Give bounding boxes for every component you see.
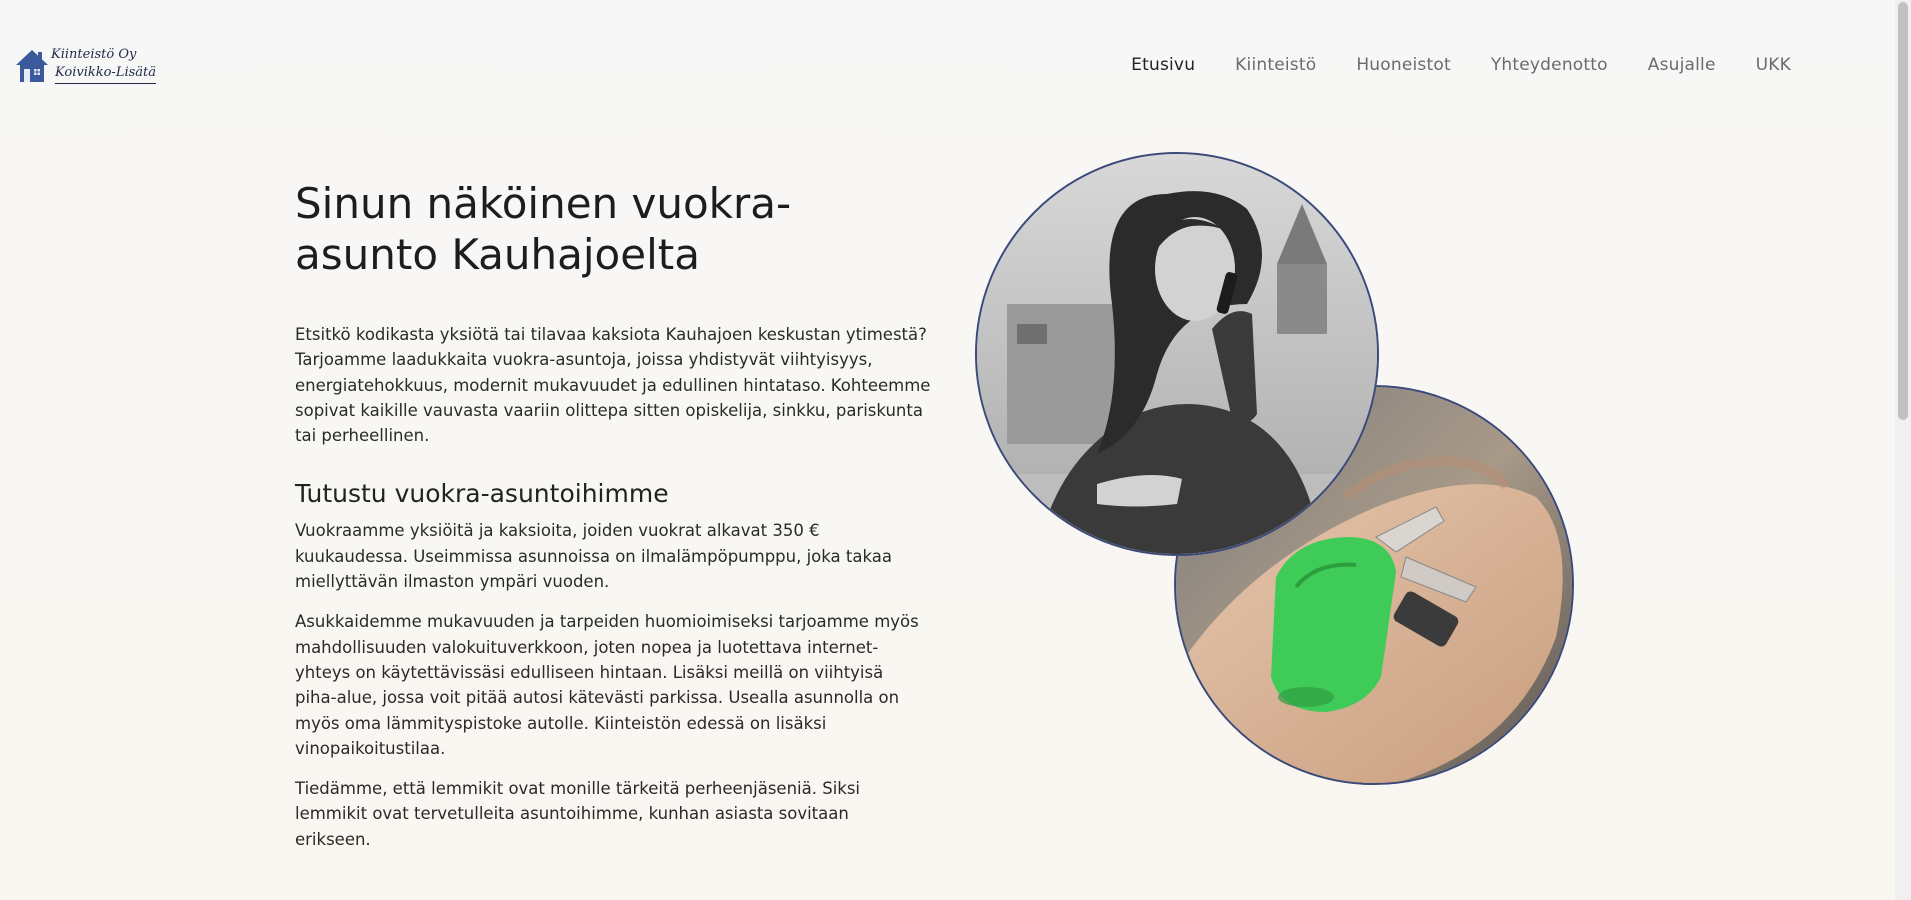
site-logo[interactable]: Kiinteistö Oy Koivikko-Lisätä bbox=[14, 46, 157, 88]
rent-paragraph: Vuokraamme yksiöitä ja kaksioita, joiden… bbox=[295, 521, 892, 592]
woman-on-phone-photo bbox=[975, 152, 1379, 556]
nav-item-kiinteisto[interactable]: Kiinteistö bbox=[1235, 55, 1316, 75]
pets-paragraph: Tiedämme, että lemmikit ovat monille tär… bbox=[295, 779, 861, 849]
house-icon bbox=[16, 50, 48, 82]
amenities-paragraph: Asukkaidemme mukavuuden ja tarpeiden huo… bbox=[295, 612, 919, 758]
logo-line1: Kiinteistö Oy bbox=[51, 47, 137, 62]
page-title: Sinun näköinen vuokra-asunto Kauhajoelta bbox=[295, 179, 792, 279]
nav-item-etusivu[interactable]: Etusivu bbox=[1131, 55, 1195, 75]
main-content: Sinun näköinen vuokra-asunto Kauhajoelta… bbox=[295, 178, 935, 867]
site-header: Kiinteistö Oy Koivikko-Lisätä Etusivu Ki… bbox=[0, 0, 1895, 120]
nav-item-ukk[interactable]: UKK bbox=[1756, 55, 1791, 75]
nav-item-asujalle[interactable]: Asujalle bbox=[1648, 55, 1716, 75]
main-nav: Etusivu Kiinteistö Huoneistot Yhteydenot… bbox=[1091, 55, 1791, 75]
scrollbar[interactable] bbox=[1895, 0, 1911, 900]
nav-item-huoneistot[interactable]: Huoneistot bbox=[1356, 55, 1451, 75]
nav-item-yhteydenotto[interactable]: Yhteydenotto bbox=[1491, 55, 1608, 75]
scrollbar-thumb[interactable] bbox=[1898, 2, 1908, 420]
intro-paragraph: Etsitkö kodikasta yksiötä tai tilavaa ka… bbox=[295, 325, 931, 446]
logo-text: Kiinteistö Oy Koivikko-Lisätä bbox=[51, 46, 157, 84]
logo-line2: Koivikko-Lisätä bbox=[55, 64, 157, 84]
section-title: Tutustu vuokra-asuntoihimme bbox=[295, 479, 669, 509]
